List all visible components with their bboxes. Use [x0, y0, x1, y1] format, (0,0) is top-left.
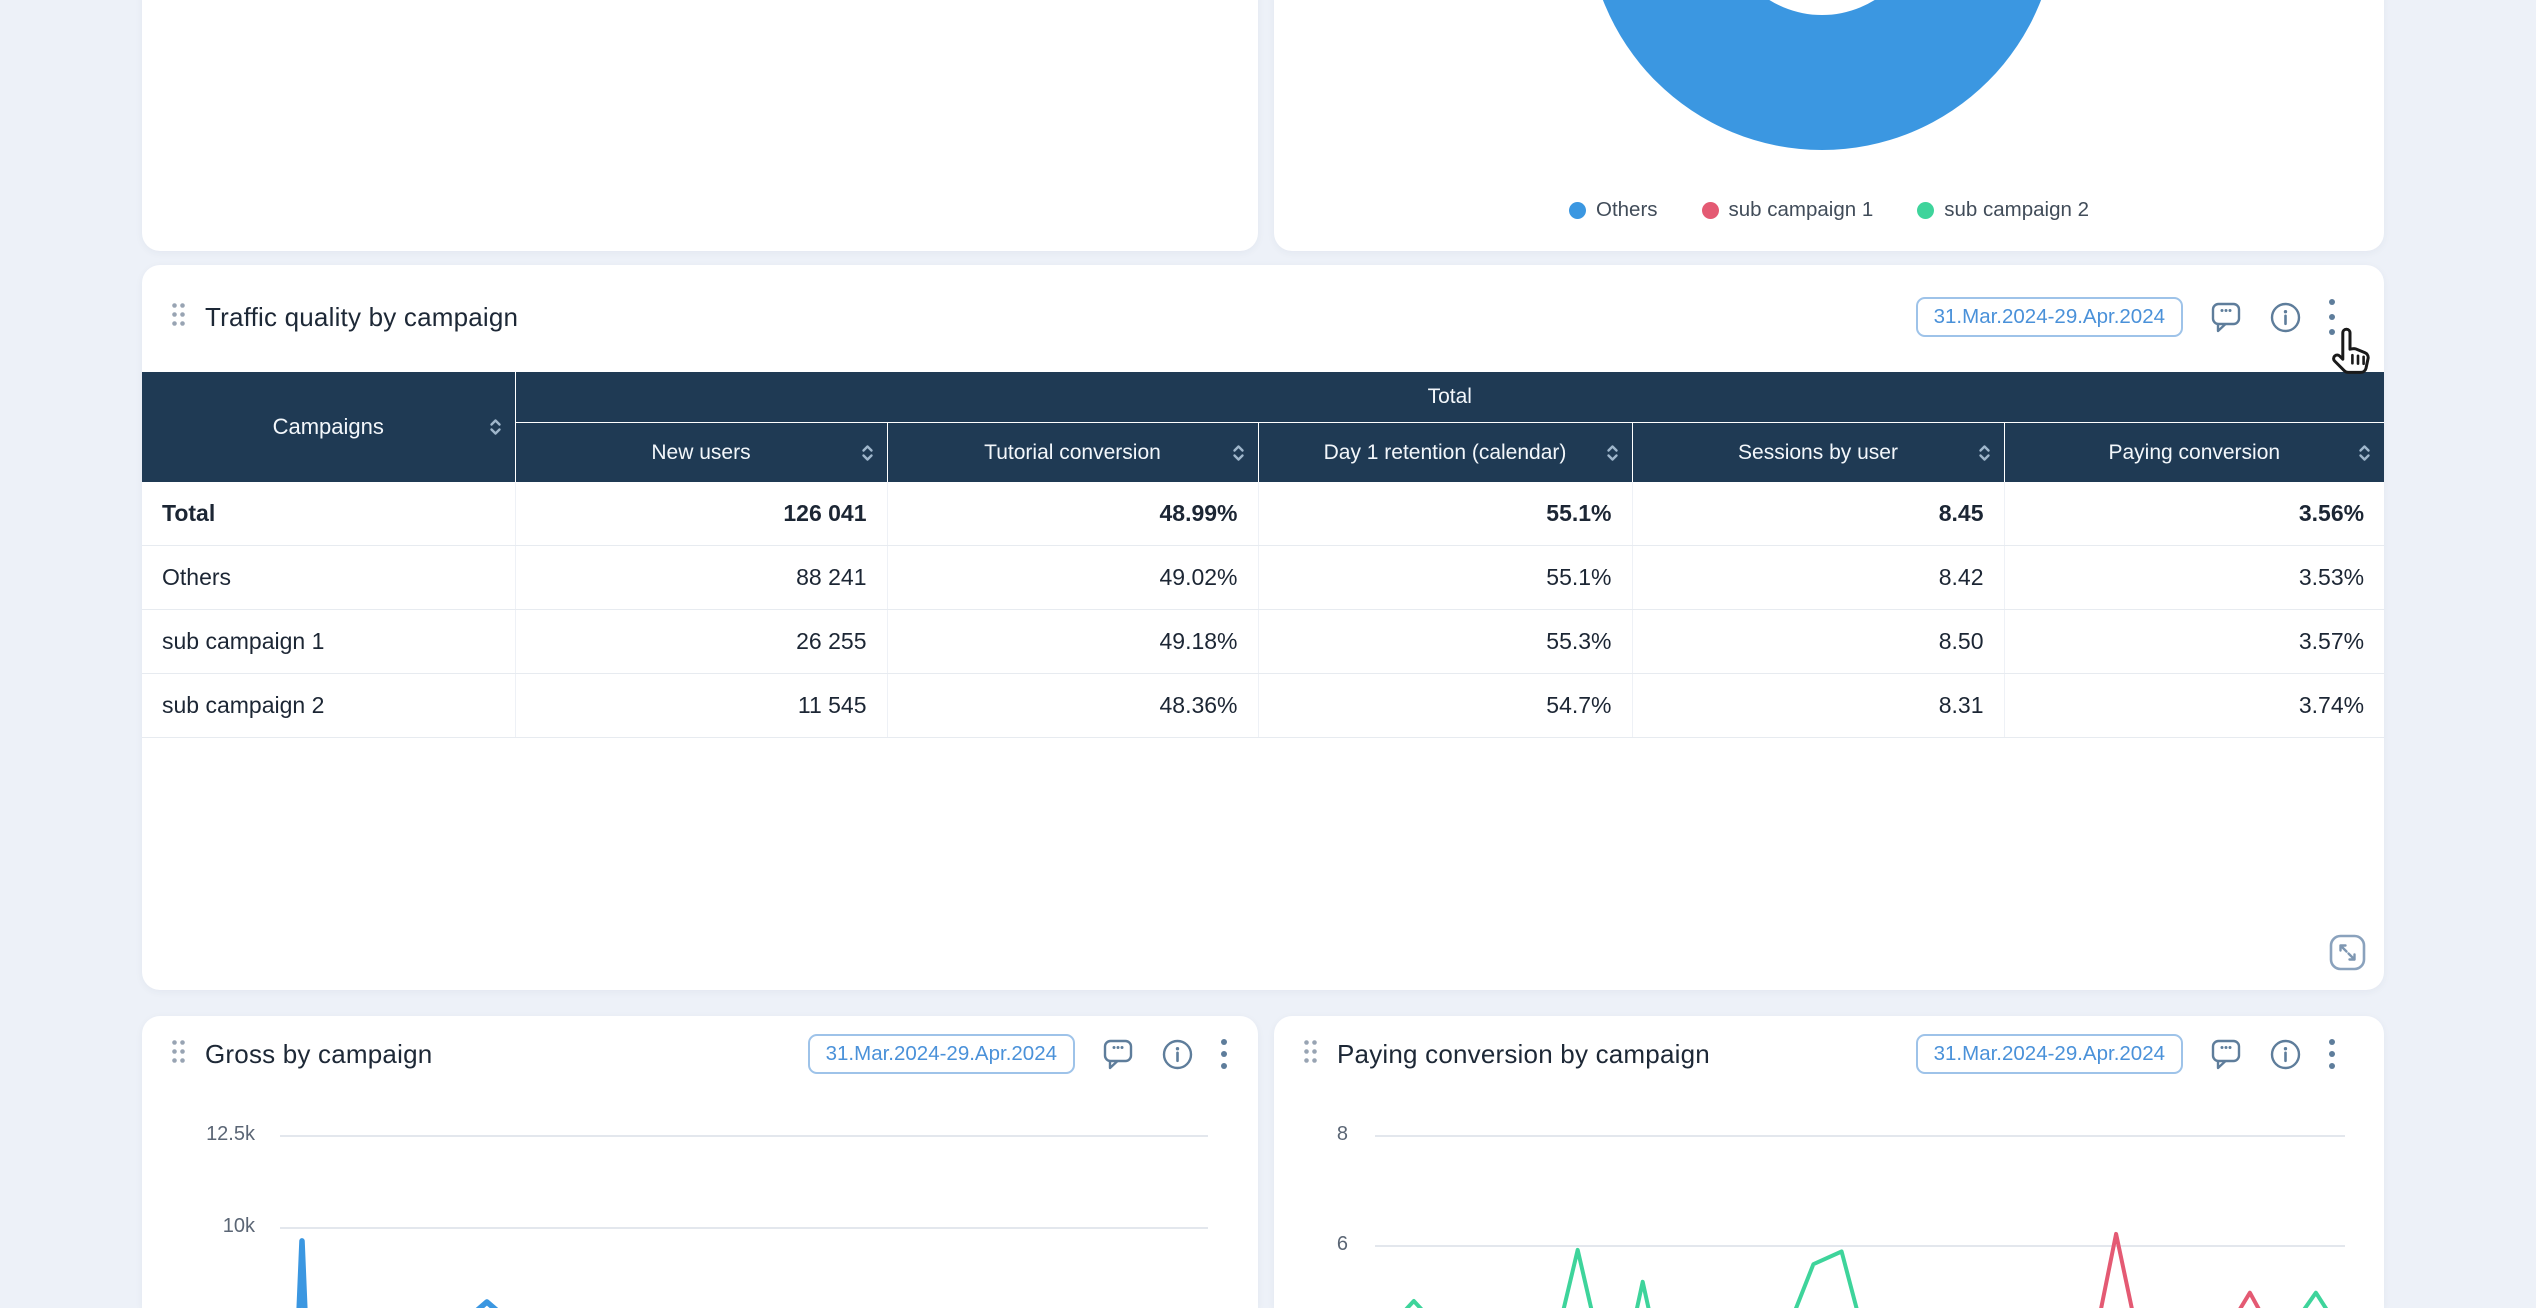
cell-day1-retention: 55.1%: [1258, 546, 1632, 610]
gross-line-chart[interactable]: [280, 1136, 1208, 1308]
dashboard-canvas: Others sub campaign 1 sub campaign 2 Tra…: [0, 0, 2536, 1308]
group-header-total: Total: [515, 372, 2384, 423]
cell-day1-retention: 55.1%: [1258, 482, 1632, 546]
info-icon[interactable]: [2269, 1038, 2302, 1071]
card-controls: 31.Mar.2024-29.Apr.2024: [808, 1016, 1228, 1092]
table-row: sub campaign 2 11 545 48.36% 54.7% 8.31 …: [142, 674, 2384, 738]
kebab-menu-icon[interactable]: [1220, 1037, 1228, 1071]
legend-dot-others: [1569, 202, 1586, 219]
comment-icon[interactable]: [2209, 1036, 2243, 1072]
y-tick-label: 12.5k: [155, 1123, 255, 1146]
cell-day1-retention: 54.7%: [1258, 674, 1632, 738]
row-label: Others: [142, 546, 515, 610]
cursor-pointer-hand: [2328, 326, 2376, 378]
drag-handle-icon[interactable]: [170, 1038, 187, 1070]
sort-icon: [1978, 443, 1991, 462]
sort-icon: [2358, 443, 2371, 462]
legend-dot-sub-campaign-1: [1702, 202, 1719, 219]
comment-icon[interactable]: [1101, 1036, 1135, 1072]
donut-chart[interactable]: [1587, 0, 2057, 150]
gross-by-campaign-card: Gross by campaign 31.Mar.2024-29.Apr.202…: [142, 1016, 1258, 1308]
traffic-quality-table: Campaigns Total New users Tutorial conve…: [142, 372, 2384, 738]
table-row: sub campaign 1 26 255 49.18% 55.3% 8.50 …: [142, 610, 2384, 674]
row-label: sub campaign 1: [142, 610, 515, 674]
kebab-menu-icon[interactable]: [2328, 1037, 2336, 1071]
legend-label: Others: [1596, 198, 1658, 222]
cell-tutorial-conversion: 49.02%: [887, 546, 1258, 610]
cell-paying-conversion: 3.56%: [2004, 482, 2384, 546]
paying-line-chart[interactable]: [1375, 1136, 2345, 1308]
column-header-campaigns[interactable]: Campaigns: [142, 372, 515, 482]
cell-paying-conversion: 3.53%: [2004, 546, 2384, 610]
cell-tutorial-conversion: 49.18%: [887, 610, 1258, 674]
cell-new-users: 126 041: [515, 482, 887, 546]
y-tick-label: 10k: [155, 1215, 255, 1238]
card-controls: 31.Mar.2024-29.Apr.2024: [1916, 1016, 2336, 1092]
date-range-badge[interactable]: 31.Mar.2024-29.Apr.2024: [808, 1034, 1075, 1074]
table-row: Others 88 241 49.02% 55.1% 8.42 3.53%: [142, 546, 2384, 610]
gross-card-header: Gross by campaign 31.Mar.2024-29.Apr.202…: [142, 1016, 1258, 1092]
drag-handle-icon[interactable]: [1302, 1038, 1319, 1070]
column-header-new-users[interactable]: New users: [515, 423, 887, 483]
legend-item-sub-campaign-1[interactable]: sub campaign 1: [1702, 198, 1874, 222]
card-controls: 31.Mar.2024-29.Apr.2024: [1916, 265, 2336, 369]
date-range-badge[interactable]: 31.Mar.2024-29.Apr.2024: [1916, 1034, 2183, 1074]
paying-conversion-card: Paying conversion by campaign 31.Mar.202…: [1274, 1016, 2384, 1308]
cell-new-users: 11 545: [515, 674, 887, 738]
campaign-share-donut-card: Others sub campaign 1 sub campaign 2: [1274, 0, 2384, 251]
cell-paying-conversion: 3.74%: [2004, 674, 2384, 738]
row-label: sub campaign 2: [142, 674, 515, 738]
y-tick-label: 6: [1298, 1233, 1348, 1256]
comment-icon[interactable]: [2209, 299, 2243, 335]
legend-item-sub-campaign-2[interactable]: sub campaign 2: [1917, 198, 2089, 222]
cell-new-users: 26 255: [515, 610, 887, 674]
cell-sessions-by-user: 8.42: [1632, 546, 2004, 610]
sort-icon: [1232, 443, 1245, 462]
legend-item-others[interactable]: Others: [1569, 198, 1658, 222]
sort-icon: [489, 418, 502, 437]
column-header-sessions-by-user[interactable]: Sessions by user: [1632, 423, 2004, 483]
cell-sessions-by-user: 8.31: [1632, 674, 2004, 738]
table-row: Total 126 041 48.99% 55.1% 8.45 3.56%: [142, 482, 2384, 546]
card-title: Traffic quality by campaign: [205, 302, 518, 333]
cell-sessions-by-user: 8.50: [1632, 610, 2004, 674]
y-tick-label: 8: [1298, 1123, 1348, 1146]
info-icon[interactable]: [2269, 301, 2302, 334]
sort-icon: [1606, 443, 1619, 462]
column-header-day1-retention[interactable]: Day 1 retention (calendar): [1258, 423, 1632, 483]
date-range-badge[interactable]: 31.Mar.2024-29.Apr.2024: [1916, 297, 2183, 337]
donut-legend: Others sub campaign 1 sub campaign 2: [1274, 198, 2384, 222]
cell-sessions-by-user: 8.45: [1632, 482, 2004, 546]
legend-dot-sub-campaign-2: [1917, 202, 1934, 219]
expand-icon[interactable]: [2329, 934, 2366, 971]
top-left-widget-card: [142, 0, 1258, 251]
row-label: Total: [142, 482, 515, 546]
paying-card-header: Paying conversion by campaign 31.Mar.202…: [1274, 1016, 2384, 1092]
cell-paying-conversion: 3.57%: [2004, 610, 2384, 674]
cell-tutorial-conversion: 48.36%: [887, 674, 1258, 738]
cell-new-users: 88 241: [515, 546, 887, 610]
column-header-paying-conversion[interactable]: Paying conversion: [2004, 423, 2384, 483]
sort-icon: [861, 443, 874, 462]
cell-day1-retention: 55.3%: [1258, 610, 1632, 674]
traffic-quality-card-header: Traffic quality by campaign 31.Mar.2024-…: [142, 265, 2384, 369]
drag-handle-icon[interactable]: [170, 301, 187, 333]
column-header-tutorial-conversion[interactable]: Tutorial conversion: [887, 423, 1258, 483]
traffic-quality-card: Traffic quality by campaign 31.Mar.2024-…: [142, 265, 2384, 990]
legend-label: sub campaign 2: [1944, 198, 2089, 222]
card-title: Paying conversion by campaign: [1337, 1039, 1710, 1070]
info-icon[interactable]: [1161, 1038, 1194, 1071]
card-title: Gross by campaign: [205, 1039, 432, 1070]
cell-tutorial-conversion: 48.99%: [887, 482, 1258, 546]
legend-label: sub campaign 1: [1729, 198, 1874, 222]
